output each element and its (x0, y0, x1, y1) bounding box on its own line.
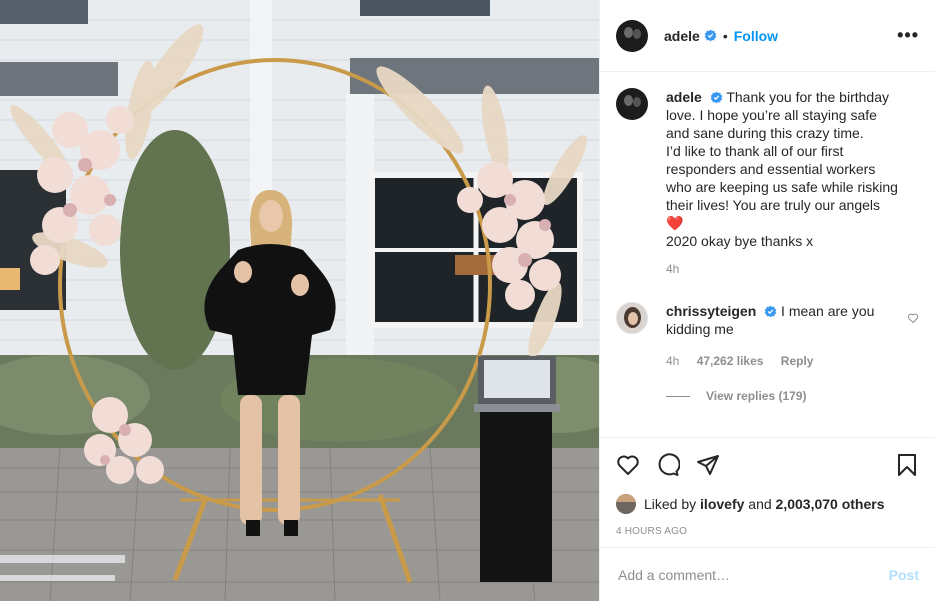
caption-line: Thank you for the birthday (726, 89, 889, 105)
instagram-post-modal: adele • Follow ••• adele Thank you for t… (0, 0, 935, 601)
post-photo-image (0, 0, 599, 601)
save-bookmark-icon[interactable] (895, 453, 919, 477)
reply-button[interactable]: Reply (781, 354, 814, 368)
post-time-ago[interactable]: 4 HOURS AGO (616, 526, 919, 537)
liked-by-user[interactable]: ilovefy (700, 496, 744, 512)
view-replies-line (666, 395, 690, 397)
add-comment-input[interactable] (616, 565, 889, 584)
comment-likes[interactable]: 47,262 likes (697, 354, 764, 368)
caption-line: responders and essential workers (666, 161, 876, 177)
verified-badge-icon (704, 29, 717, 42)
comments-section: adele Thank you for the birthday love. I… (600, 72, 935, 436)
verified-badge-icon (710, 91, 723, 104)
verified-badge-icon (764, 305, 777, 318)
add-comment-bar: Post (600, 547, 935, 601)
commenter-username[interactable]: chrissyteigen (666, 303, 756, 319)
caption-username[interactable]: adele (666, 89, 702, 105)
post-photo[interactable] (0, 0, 599, 601)
caption-line: who are keeping us safe while risking (666, 179, 898, 195)
header-separator: • (722, 27, 728, 44)
author-username[interactable]: adele (664, 28, 700, 44)
comment-time[interactable]: 4h (666, 354, 679, 368)
caption-line: their lives! You are truly our angels (666, 197, 881, 213)
heart-emoji: ❤️ (666, 215, 684, 231)
caption-line: and sane during this crazy time. (666, 125, 864, 141)
comment-like-heart-icon[interactable] (907, 312, 919, 324)
action-icons-row (616, 438, 919, 492)
post-side-panel: adele • Follow ••• adele Thank you for t… (599, 0, 935, 601)
commenter-avatar[interactable] (616, 302, 648, 334)
comment-text: I mean are you (781, 303, 875, 319)
follow-button[interactable]: Follow (734, 28, 778, 44)
liked-by-prefix: Liked by (644, 496, 697, 512)
comment-bubble-icon[interactable] (656, 453, 680, 477)
post-actions: Liked by ilovefy and 2,003,070 others 4 … (600, 437, 935, 553)
more-options-icon[interactable]: ••• (897, 25, 919, 46)
caption-item: adele Thank you for the birthday love. I… (616, 88, 919, 278)
caption-line: love. I hope you’re all staying safe (666, 107, 877, 123)
view-replies-button[interactable]: View replies (179) (666, 389, 919, 403)
author-avatar[interactable] (616, 19, 648, 52)
post-header: adele • Follow ••• (600, 0, 935, 72)
likes-summary: Liked by ilovefy and 2,003,070 others (616, 492, 919, 516)
caption-line: 2020 okay bye thanks x (666, 233, 814, 249)
liked-by-others[interactable]: 2,003,070 others (776, 496, 885, 512)
comment-text: kidding me (666, 321, 734, 337)
post-comment-button[interactable]: Post (889, 567, 919, 583)
caption-line: I’d like to thank all of our first (666, 143, 844, 159)
liked-by-and: and (748, 496, 772, 512)
liker-avatar[interactable] (616, 494, 636, 514)
share-paper-plane-icon[interactable] (696, 453, 720, 477)
like-heart-icon[interactable] (616, 453, 640, 477)
comment-item: chrissyteigen I mean are you kidding me … (616, 302, 919, 370)
caption-time[interactable]: 4h (666, 262, 679, 276)
caption-avatar[interactable] (616, 88, 648, 120)
view-replies-label: View replies (179) (706, 389, 807, 403)
